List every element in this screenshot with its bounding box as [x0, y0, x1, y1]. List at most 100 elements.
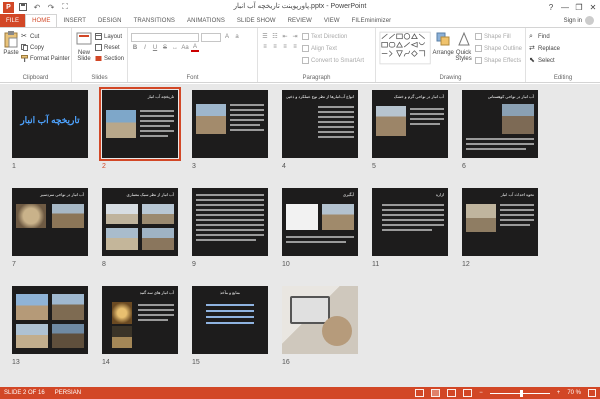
- shape-effects-button[interactable]: Shape Effects: [474, 56, 522, 65]
- slide-thumbnail-2[interactable]: تاریخچه آب انبار: [99, 87, 181, 161]
- slide-sorter-view-button[interactable]: [431, 389, 441, 397]
- save-icon[interactable]: [18, 2, 28, 12]
- quick-styles-button[interactable]: Quick Styles: [455, 30, 472, 66]
- copy-button[interactable]: Copy: [21, 43, 70, 52]
- tab-file[interactable]: FILE: [0, 14, 26, 27]
- shrink-font-icon[interactable]: a: [233, 33, 241, 41]
- tab-animations[interactable]: ANIMATIONS: [181, 14, 231, 27]
- tab-fileminimizer[interactable]: FILEminimizer: [346, 14, 398, 27]
- numbering-icon[interactable]: ☷: [271, 32, 279, 40]
- slide-thumbnail-13[interactable]: [12, 286, 88, 354]
- section-icon: [95, 56, 102, 61]
- start-slideshow-icon[interactable]: ⛶: [60, 2, 70, 12]
- text-line: [230, 129, 264, 131]
- tab-transitions[interactable]: TRANSITIONS: [128, 14, 181, 27]
- normal-view-button[interactable]: [415, 389, 425, 397]
- underline-icon[interactable]: U: [151, 44, 159, 52]
- replace-icon: ⇄: [529, 45, 535, 52]
- tab-view[interactable]: VIEW: [318, 14, 346, 27]
- section-button[interactable]: Section: [95, 54, 124, 63]
- slide-thumbnail-6[interactable]: آب انبار در نواحی کوهستانی: [462, 90, 538, 158]
- italic-icon[interactable]: I: [141, 44, 149, 52]
- reading-view-button[interactable]: [447, 389, 457, 397]
- slide-title: آب انبار در نواحی سردسیر: [40, 192, 84, 197]
- fit-to-window-button[interactable]: [588, 389, 596, 397]
- slide-thumbnail-9[interactable]: [192, 188, 268, 256]
- tab-slide-show[interactable]: SLIDE SHOW: [231, 14, 282, 27]
- reset-button[interactable]: Reset: [94, 43, 124, 52]
- slide-thumbnail-16[interactable]: [282, 286, 358, 354]
- paste-button[interactable]: Paste: [3, 30, 19, 63]
- shape-fill-button[interactable]: Shape Fill: [474, 32, 522, 41]
- slide-thumbnail-4[interactable]: انواع آب‌انبارها از نظر نوع عملکرد و ذخی…: [282, 90, 358, 158]
- slide-number: 1: [12, 163, 16, 170]
- slide-thumbnail-11[interactable]: ازاره: [372, 188, 448, 256]
- select-button[interactable]: ⬉ Select: [529, 56, 597, 65]
- strikethrough-icon[interactable]: S: [161, 44, 169, 52]
- slide-thumbnail-7[interactable]: آب انبار در نواحی سردسیر: [12, 188, 88, 256]
- grow-font-icon[interactable]: A: [223, 33, 231, 41]
- tab-home[interactable]: HOME: [25, 14, 58, 27]
- tab-design[interactable]: DESIGN: [92, 14, 128, 27]
- bold-icon[interactable]: B: [131, 44, 139, 52]
- font-size-input[interactable]: [201, 33, 221, 42]
- align-left-icon[interactable]: ≡: [261, 43, 269, 51]
- bullets-icon[interactable]: ☰: [261, 32, 269, 40]
- slide-thumbnail-12[interactable]: نحوه احداث آب انبار: [462, 188, 538, 256]
- text-direction-button[interactable]: Text Direction: [302, 32, 364, 41]
- undo-icon[interactable]: ↶: [32, 2, 42, 12]
- zoom-slider-thumb[interactable]: [519, 389, 523, 397]
- restore-button[interactable]: ❐: [572, 0, 586, 14]
- minimize-button[interactable]: —: [558, 0, 572, 14]
- slide-number: 16: [282, 359, 290, 366]
- zoom-level[interactable]: 70 %: [567, 390, 581, 396]
- justify-icon[interactable]: ≡: [291, 43, 299, 51]
- slide-photo: [376, 106, 406, 136]
- zoom-out-button[interactable]: −: [479, 390, 483, 396]
- help-button[interactable]: ?: [544, 0, 558, 14]
- zoom-in-button[interactable]: +: [557, 390, 561, 396]
- cut-button[interactable]: ✂ Cut: [21, 32, 70, 41]
- slide-thumbnail-15[interactable]: منابع و مآخذ: [192, 286, 268, 354]
- zoom-slider[interactable]: [489, 389, 550, 397]
- increase-indent-icon[interactable]: ⇥: [291, 32, 299, 40]
- slide-thumbnail-3[interactable]: [192, 90, 268, 158]
- slide-thumbnail-14[interactable]: آب انبار های سه گنبد: [102, 286, 178, 354]
- tab-review[interactable]: REVIEW: [282, 14, 318, 27]
- close-button[interactable]: ✕: [586, 0, 600, 14]
- scissors-icon: ✂: [21, 33, 27, 40]
- change-case-icon[interactable]: Aa: [181, 44, 189, 52]
- shapes-gallery[interactable]: [379, 30, 431, 66]
- align-center-icon[interactable]: ≡: [271, 43, 279, 51]
- convert-smartart-button[interactable]: Convert to SmartArt: [302, 56, 364, 65]
- text-line: [318, 131, 354, 133]
- slide-title: آب انبار در نواحی گرم و خشک: [393, 94, 444, 99]
- char-spacing-icon[interactable]: ↔: [171, 44, 179, 52]
- slide-thumbnail-8[interactable]: آب انبار از نظر سبک معماری: [102, 188, 178, 256]
- slide-number: 10: [282, 261, 290, 268]
- replace-button[interactable]: ⇄ Replace: [529, 44, 597, 53]
- arrange-button[interactable]: Arrange: [433, 30, 454, 66]
- text-line: [500, 204, 534, 206]
- sign-in-link[interactable]: Sign in: [564, 18, 582, 24]
- slide-thumbnail-10[interactable]: آبگیری: [282, 188, 358, 256]
- language-indicator[interactable]: PERSIAN: [55, 390, 81, 396]
- slide-thumbnail-1[interactable]: تاریخچه آب انبار: [12, 90, 88, 158]
- tab-insert[interactable]: INSERT: [57, 14, 92, 27]
- font-color-icon[interactable]: A: [191, 44, 199, 52]
- slideshow-view-button[interactable]: [463, 389, 473, 397]
- sign-in-area[interactable]: Sign in: [564, 16, 594, 25]
- redo-icon[interactable]: ↷: [46, 2, 56, 12]
- find-button[interactable]: ⌕ Find: [529, 32, 597, 41]
- font-name-input[interactable]: [131, 33, 199, 42]
- avatar[interactable]: [585, 16, 594, 25]
- align-right-icon[interactable]: ≡: [281, 43, 289, 51]
- align-text-button[interactable]: Align Text: [302, 44, 364, 53]
- slide-thumbnail-5[interactable]: آب انبار در نواحی گرم و خشک: [372, 90, 448, 158]
- decrease-indent-icon[interactable]: ⇤: [281, 32, 289, 40]
- format-painter-button[interactable]: Format Painter: [21, 54, 70, 63]
- new-slide-button[interactable]: New Slide: [75, 30, 93, 63]
- window-controls: ? — ❐ ✕: [544, 0, 600, 14]
- layout-button[interactable]: Layout: [94, 32, 124, 41]
- shape-outline-button[interactable]: Shape Outline: [474, 44, 522, 53]
